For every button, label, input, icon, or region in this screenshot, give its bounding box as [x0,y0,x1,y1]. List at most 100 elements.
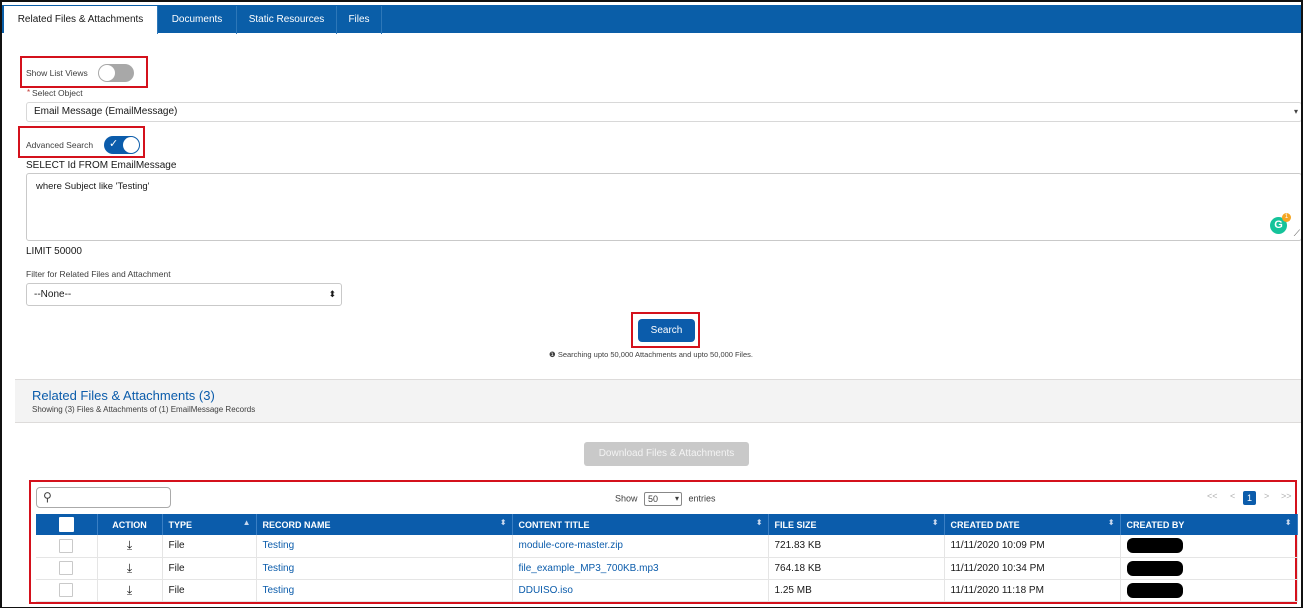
sort-icon: ⬍ [755,518,763,527]
filter-value: --None-- [34,289,72,300]
table-row: ⤓ File Testing DDUISO.iso 1.25 MB 11/11/… [36,579,1298,602]
content-title-link[interactable]: DDUISO.iso [512,579,769,602]
pager-first[interactable]: << [1207,491,1218,501]
filter-dropdown[interactable]: --None-- ⬍ [26,283,342,306]
cell-file-size: 1.25 MB [768,579,945,602]
download-icon[interactable]: ⤓ [97,535,163,558]
pager-next[interactable]: > [1264,491,1269,501]
show-entries: Show 50 ▾ entries [615,492,716,506]
results-title: Related Files & Attachments (3) [32,388,215,403]
sort-icon: ⬍ [1107,518,1115,527]
select-object-label: Select Object [32,88,83,98]
cell-created-by [1120,579,1298,602]
show-label: Show [615,493,638,504]
table-search-input[interactable]: ⚲ [36,487,171,508]
chevron-down-icon: ▾ [675,494,680,503]
tab-files[interactable]: Files [337,6,382,34]
chevron-down-icon: ▾ [1293,107,1298,116]
advanced-search-toggle[interactable]: ✓ [104,136,140,154]
results-subtitle: Showing (3) Files & Attachments of (1) E… [32,405,256,414]
show-list-views-toggle[interactable] [98,64,134,82]
column-header-type-label: TYPE [168,519,193,530]
record-name-link[interactable]: Testing [256,579,513,602]
tab-related-files[interactable]: Related Files & Attachments [4,6,158,34]
limit-label: LIMIT 50000 [26,246,82,257]
select-object-value: Email Message (EmailMessage) [34,106,178,117]
cell-file-size: 764.18 KB [768,557,945,580]
cell-type: File [162,535,257,558]
content-title-link[interactable]: module-core-master.zip [512,535,769,558]
content-title-link[interactable]: file_example_MP3_700KB.mp3 [512,557,769,580]
entries-select[interactable]: 50 ▾ [644,492,683,506]
table-header-row: ACTION TYPE ▲ RECORD NAME ⬍ CONTENT TITLE ⬍… [36,514,1298,535]
pager-prev[interactable]: < [1230,491,1235,501]
updown-arrow-icon: ⬍ [328,289,336,299]
cell-file-size: 721.83 KB [768,535,945,558]
search-note-text: Searching upto 50,000 Attachments and up… [557,350,753,359]
download-icon[interactable]: ⤓ [97,557,163,580]
row-select-cell [36,557,98,580]
toggle-knob [99,65,115,81]
select-all-checkbox[interactable] [58,517,74,532]
cell-created-date: 11/11/2020 10:34 PM [944,557,1121,580]
sort-asc-icon: ▲ [242,518,251,527]
tab-documents[interactable]: Documents [158,6,237,34]
redacted-name [1126,560,1183,576]
filter-label: Filter for Related Files and Attachment [26,269,171,279]
record-name-link[interactable]: Testing [256,535,513,558]
required-asterisk: * [27,88,31,97]
cell-created-date: 11/11/2020 10:09 PM [944,535,1121,558]
column-header-file-size[interactable]: FILE SIZE ⬍ [768,514,945,535]
column-header-action: ACTION [97,514,163,535]
cell-type: File [162,557,257,580]
row-select-cell [36,579,98,602]
search-note: ❶ Searching upto 50,000 Attachments and … [549,350,753,359]
resize-handle-icon[interactable]: ⟋ [1294,228,1300,239]
cell-created-by [1120,557,1298,580]
column-header-file-size-label: FILE SIZE [774,519,817,530]
select-object-dropdown[interactable]: Email Message (EmailMessage) ▾ [26,102,1301,122]
column-header-content-title-label: CONTENT TITLE [518,519,590,530]
redacted-name [1126,538,1183,554]
app-frame: Related Files & Attachments Documents St… [0,0,1303,608]
column-header-content-title[interactable]: CONTENT TITLE ⬍ [512,514,769,535]
entries-label: entries [688,493,716,504]
record-name-link[interactable]: Testing [256,557,513,580]
row-select-cell [36,535,98,558]
results-table: ACTION TYPE ▲ RECORD NAME ⬍ CONTENT TITLE ⬍… [36,514,1298,602]
grammarly-letter: G [1274,219,1283,231]
query-textarea[interactable]: where Subject like 'Testing' ⟋ [26,173,1301,241]
row-checkbox[interactable] [59,561,74,575]
pager-last[interactable]: >> [1281,491,1292,501]
cell-created-by [1120,535,1298,558]
cell-type: File [162,579,257,602]
sort-icon: ⬍ [499,518,507,527]
advanced-search-label: Advanced Search [26,140,94,150]
column-header-record-name-label: RECORD NAME [262,519,331,530]
column-header-created-date[interactable]: CREATED DATE ⬍ [944,514,1121,535]
column-header-created-by[interactable]: CREATED BY ⬍ [1120,514,1298,535]
column-header-created-date-label: CREATED DATE [950,519,1020,530]
row-checkbox[interactable] [59,583,74,597]
download-icon[interactable]: ⤓ [97,579,163,602]
column-header-type[interactable]: TYPE ▲ [162,514,257,535]
toggle-knob [123,137,139,153]
table-row: ⤓ File Testing file_example_MP3_700KB.mp… [36,557,1298,580]
column-header-record-name[interactable]: RECORD NAME ⬍ [256,514,513,535]
search-button[interactable]: Search [638,319,695,342]
select-all-header [36,514,98,535]
query-prefix: SELECT Id FROM EmailMessage [26,160,177,171]
entries-value: 50 [648,494,659,504]
column-header-created-by-label: CREATED BY [1126,519,1185,530]
cell-created-date: 11/11/2020 11:18 PM [944,579,1121,602]
tab-static-resources[interactable]: Static Resources [237,6,337,34]
download-files-button[interactable]: Download Files & Attachments [584,442,749,466]
row-checkbox[interactable] [59,538,74,553]
show-list-views-label: Show List Views [26,68,88,78]
redacted-name [1126,582,1183,598]
search-icon: ⚲ [43,490,52,504]
pager-current[interactable]: 1 [1243,491,1256,505]
sort-icon: ⬍ [931,518,939,527]
info-icon: ❶ [549,350,556,359]
results-header: Related Files & Attachments (3) Showing … [15,379,1301,423]
